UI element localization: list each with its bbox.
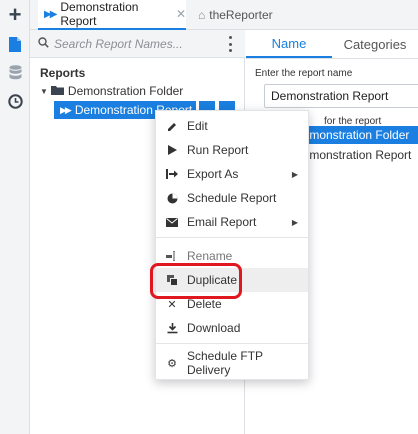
plus-icon[interactable]: + xyxy=(0,2,30,28)
report-icon: ▶▶ xyxy=(60,104,72,115)
search-input[interactable] xyxy=(54,35,224,53)
envelope-icon xyxy=(166,216,178,228)
search-bar xyxy=(30,30,245,58)
search-icon xyxy=(38,37,49,51)
menu-item-schedule-ftp-delivery[interactable]: ⚙ Schedule FTP Delivery xyxy=(156,349,308,377)
document-icon[interactable] xyxy=(0,31,30,57)
pencil-icon xyxy=(166,120,178,132)
rename-icon xyxy=(166,250,178,262)
menu-item-schedule-report[interactable]: Schedule Report xyxy=(156,186,308,210)
context-menu: Edit Run Report Export As ▶ Schedule Rep… xyxy=(155,110,309,380)
menu-separator xyxy=(156,237,308,238)
database-icon[interactable] xyxy=(0,59,30,85)
tab-name[interactable]: Name xyxy=(246,30,332,58)
pie-icon xyxy=(166,192,178,204)
tab-demonstration-report[interactable]: ▶▶ Demonstration Report ✕ xyxy=(38,0,186,30)
menu-item-export-as[interactable]: Export As ▶ xyxy=(156,162,308,186)
export-icon xyxy=(166,168,178,180)
menu-item-download[interactable]: Download xyxy=(156,316,308,340)
download-icon xyxy=(166,322,178,334)
menu-item-run-report[interactable]: Run Report xyxy=(156,138,308,162)
tab-categories[interactable]: Categories xyxy=(332,30,418,58)
divider xyxy=(246,58,418,59)
highlight-ring xyxy=(150,263,242,299)
report-name-input[interactable] xyxy=(264,84,418,108)
tree-title: Reports xyxy=(40,66,86,80)
tab-bar: ▶▶ Demonstration Report ✕ ⌂ theReporter xyxy=(30,0,418,30)
tree-folder-item[interactable]: ▼ Demonstration Folder xyxy=(40,84,183,98)
folder-label: Demonstration Folder xyxy=(67,84,184,98)
menu-item-email-report[interactable]: Email Report ▶ xyxy=(156,210,308,234)
close-icon[interactable]: ✕ xyxy=(176,7,186,21)
more-options-icon[interactable] xyxy=(227,36,233,52)
close-icon: ✕ xyxy=(167,298,177,311)
clock-icon[interactable] xyxy=(0,88,30,114)
chevron-down-icon[interactable]: ▼ xyxy=(40,87,48,96)
gear-icon: ⚙ xyxy=(167,357,177,370)
tab-label: theReporter xyxy=(209,8,273,22)
home-icon: ⌂ xyxy=(198,8,206,22)
folder-icon xyxy=(50,84,64,98)
menu-item-edit[interactable]: Edit xyxy=(156,114,308,138)
name-field-label: Enter the report name xyxy=(255,68,353,79)
report-icon: ▶▶ xyxy=(44,8,57,20)
submenu-arrow-icon: ▶ xyxy=(291,169,298,179)
play-icon xyxy=(166,144,178,156)
tab-label: Demonstration Report xyxy=(60,0,139,28)
tab-thereporter[interactable]: ⌂ theReporter xyxy=(190,0,273,30)
menu-separator xyxy=(156,343,308,344)
left-rail: + xyxy=(0,0,30,434)
submenu-arrow-icon: ▶ xyxy=(291,217,298,227)
